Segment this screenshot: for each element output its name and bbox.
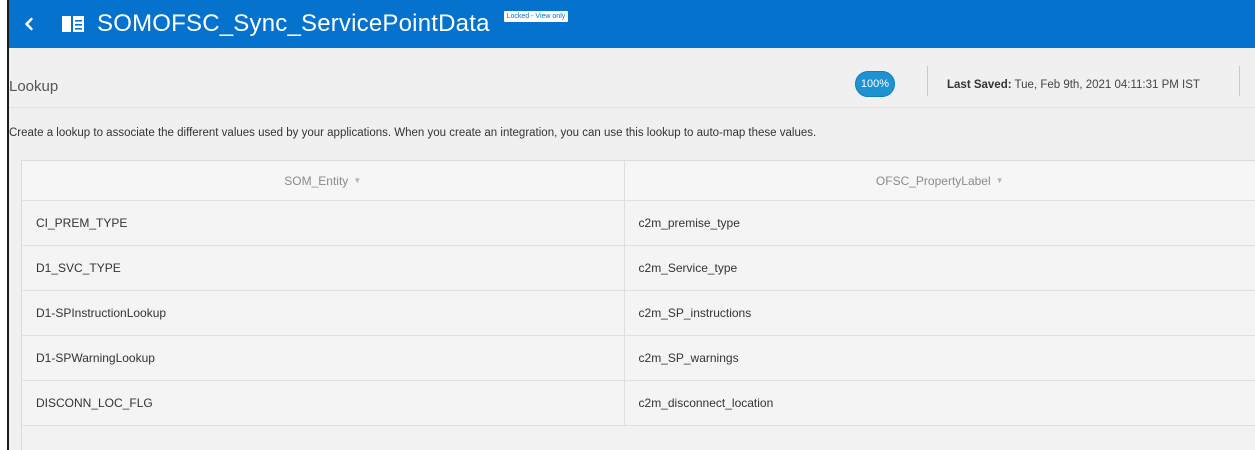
table-row[interactable]: D1-SPInstructionLookup c2m_SP_instructio…: [22, 291, 1255, 336]
column-header-label: OFSC_PropertyLabel: [875, 173, 991, 188]
table-header-row: SOM_Entity ▼ OFSC_PropertyLabel ▼: [22, 161, 1255, 201]
lock-badge: Locked - View only: [503, 10, 569, 22]
table-cell: c2m_SP_instructions: [638, 306, 752, 320]
lookup-description: Create a lookup to associate the differe…: [9, 127, 817, 139]
last-saved-label: Last Saved:: [947, 79, 1012, 91]
last-saved-value: Tue, Feb 9th, 2021 04:11:31 PM IST: [1011, 79, 1200, 91]
toolbar: Lookup 100% Last Saved: Tue, Feb 9th, 20…: [9, 48, 1255, 108]
table-cell: c2m_premise_type: [638, 216, 740, 230]
back-button[interactable]: [9, 0, 49, 48]
table-row[interactable]: D1-SPWarningLookup c2m_SP_warnings: [22, 336, 1255, 381]
document-icon: [61, 14, 85, 34]
column-header-som-entity[interactable]: SOM_Entity ▼: [22, 161, 625, 200]
table-row[interactable]: CI_PREM_TYPE c2m_premise_type: [22, 201, 1255, 246]
last-saved-status: Last Saved: Tue, Feb 9th, 2021 04:11:31 …: [947, 79, 1200, 91]
sort-caret-icon[interactable]: ▼: [353, 176, 361, 185]
column-header-label: SOM_Entity: [284, 173, 349, 188]
table-row[interactable]: D1_SVC_TYPE c2m_Service_type: [22, 246, 1255, 291]
chevron-left-icon: [25, 17, 33, 31]
table-cell: c2m_disconnect_location: [638, 396, 774, 410]
table-cell: D1_SVC_TYPE: [22, 246, 625, 290]
table-cell: D1-SPWarningLookup: [22, 336, 625, 380]
column-header-ofsc-property-label[interactable]: OFSC_PropertyLabel ▼: [625, 161, 1255, 200]
table-row[interactable]: DISCONN_LOC_FLG c2m_disconnect_location: [22, 381, 1255, 426]
page-title: SOMOFSC_Sync_ServicePointData: [97, 10, 490, 37]
app-header: SOMOFSC_Sync_ServicePointData Locked - V…: [9, 0, 1255, 48]
app-frame: SOMOFSC_Sync_ServicePointData Locked - V…: [7, 0, 1255, 450]
table-cell: CI_PREM_TYPE: [22, 201, 625, 245]
divider: [927, 66, 928, 96]
table-cell: DISCONN_LOC_FLG: [22, 381, 625, 425]
table-cell: c2m_SP_warnings: [638, 351, 739, 365]
divider: [1239, 66, 1240, 96]
breadcrumb[interactable]: Lookup: [9, 78, 58, 95]
sort-caret-icon[interactable]: ▼: [996, 176, 1004, 185]
table-cell: D1-SPInstructionLookup: [22, 291, 625, 335]
table-cell: c2m_Service_type: [638, 261, 738, 275]
zoom-badge[interactable]: 100%: [855, 71, 895, 97]
lookup-table: SOM_Entity ▼ OFSC_PropertyLabel ▼ CI_PRE…: [21, 160, 1255, 450]
